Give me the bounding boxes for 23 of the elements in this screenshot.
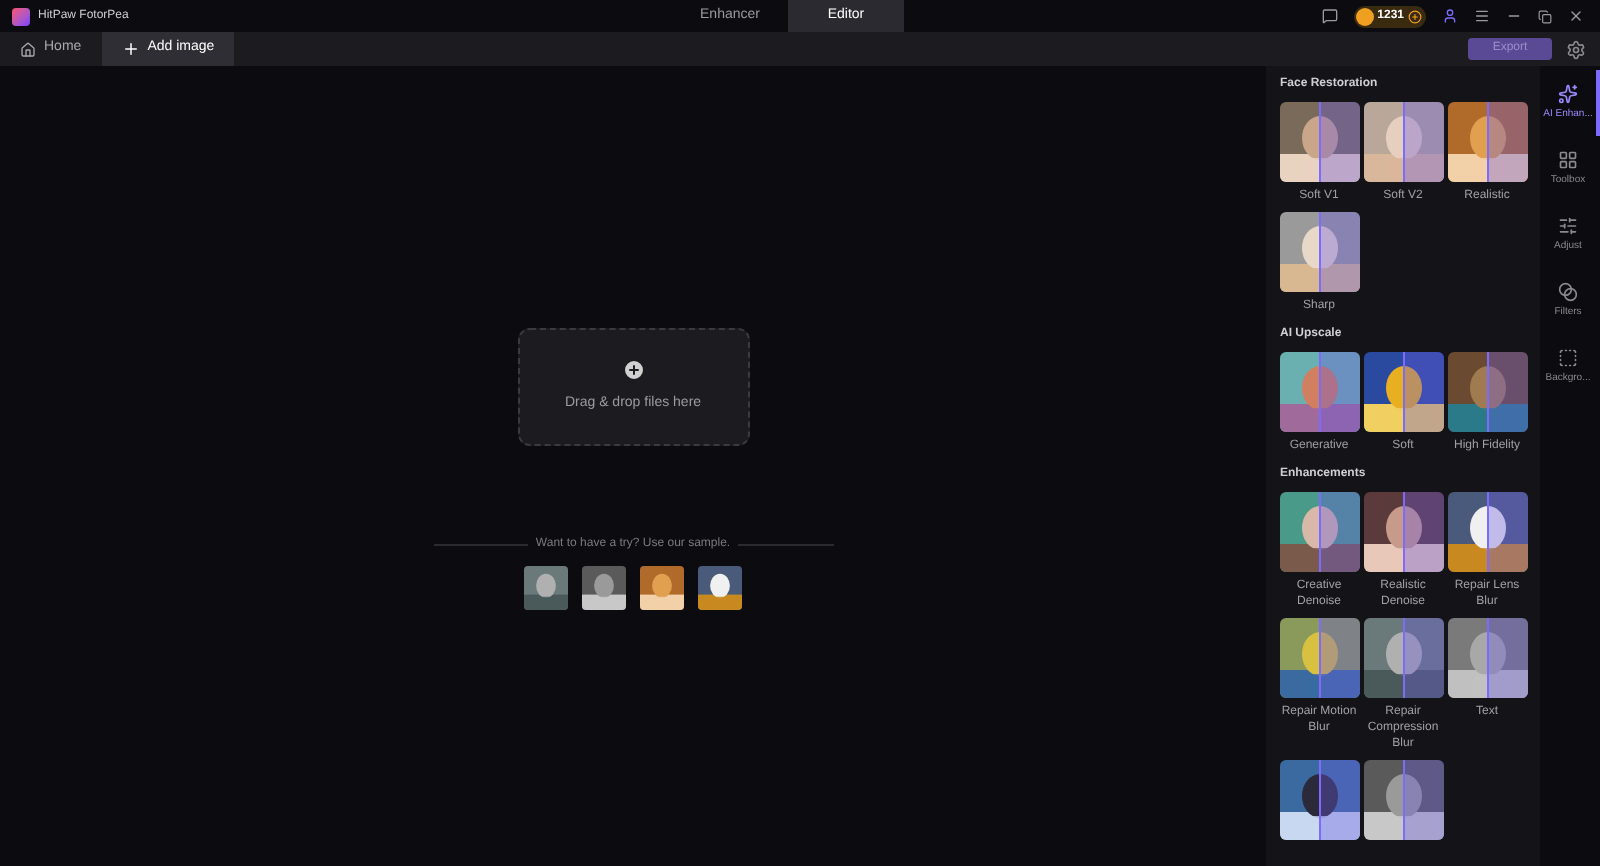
sparkle-icon [1558, 83, 1578, 104]
menu-icon[interactable] [1474, 8, 1490, 24]
effect-tile[interactable] [1364, 760, 1442, 840]
account-icon[interactable] [1442, 8, 1458, 24]
plus-icon [121, 40, 140, 58]
add-icon [621, 358, 645, 383]
sample-thumbnail[interactable] [640, 566, 684, 610]
restore-icon[interactable] [1538, 9, 1552, 23]
chat-icon[interactable] [1321, 8, 1338, 24]
sliders-icon [1558, 215, 1578, 236]
dashed-square-icon [1558, 347, 1578, 368]
grid-icon [1558, 149, 1578, 170]
coin-icon [1355, 7, 1374, 25]
app-logo-icon [12, 7, 30, 25]
close-icon[interactable] [1568, 8, 1584, 24]
sample-thumbnail[interactable] [524, 566, 568, 610]
sample-thumbnail[interactable] [698, 566, 742, 610]
add-credits-icon[interactable] [1408, 9, 1422, 23]
sample-thumbnail[interactable] [582, 566, 626, 610]
home-icon [20, 41, 36, 57]
circles-icon [1558, 281, 1578, 302]
effect-tile[interactable] [1280, 760, 1358, 840]
settings-icon[interactable] [1566, 39, 1586, 59]
